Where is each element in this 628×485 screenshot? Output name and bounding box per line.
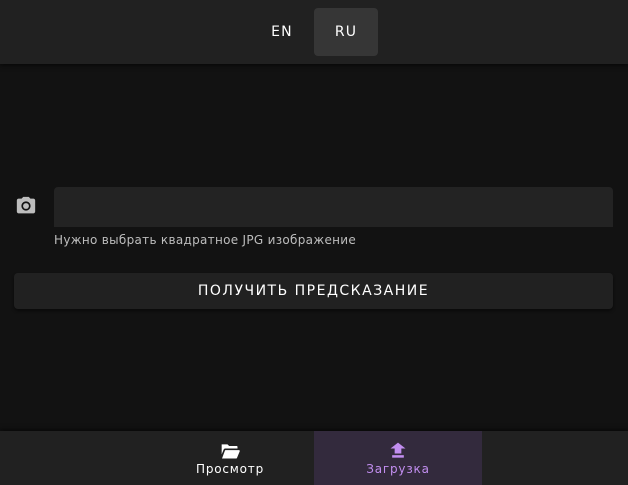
camera-icon xyxy=(16,196,36,214)
language-bar: EN RU xyxy=(0,0,628,64)
nav-item-upload[interactable]: Загрузка xyxy=(314,431,482,485)
upload-icon xyxy=(390,442,406,458)
nav-item-view[interactable]: Просмотр xyxy=(146,431,314,485)
language-en-button[interactable]: EN xyxy=(250,8,314,56)
get-prediction-button[interactable]: ПОЛУЧИТЬ ПРЕДСКАЗАНИЕ xyxy=(14,273,613,309)
nav-item-upload-label: Загрузка xyxy=(366,462,430,476)
file-input-hint: Нужно выбрать квадратное JPG изображение xyxy=(54,233,357,247)
nav-item-view-label: Просмотр xyxy=(196,462,264,476)
bottom-navigation: Просмотр Загрузка xyxy=(0,431,628,485)
file-input[interactable] xyxy=(54,187,613,227)
folder-open-icon xyxy=(221,444,240,459)
app-root: EN RU Нужно выбрать квадратное JPG изобр… xyxy=(0,0,628,485)
language-ru-button[interactable]: RU xyxy=(314,8,378,56)
